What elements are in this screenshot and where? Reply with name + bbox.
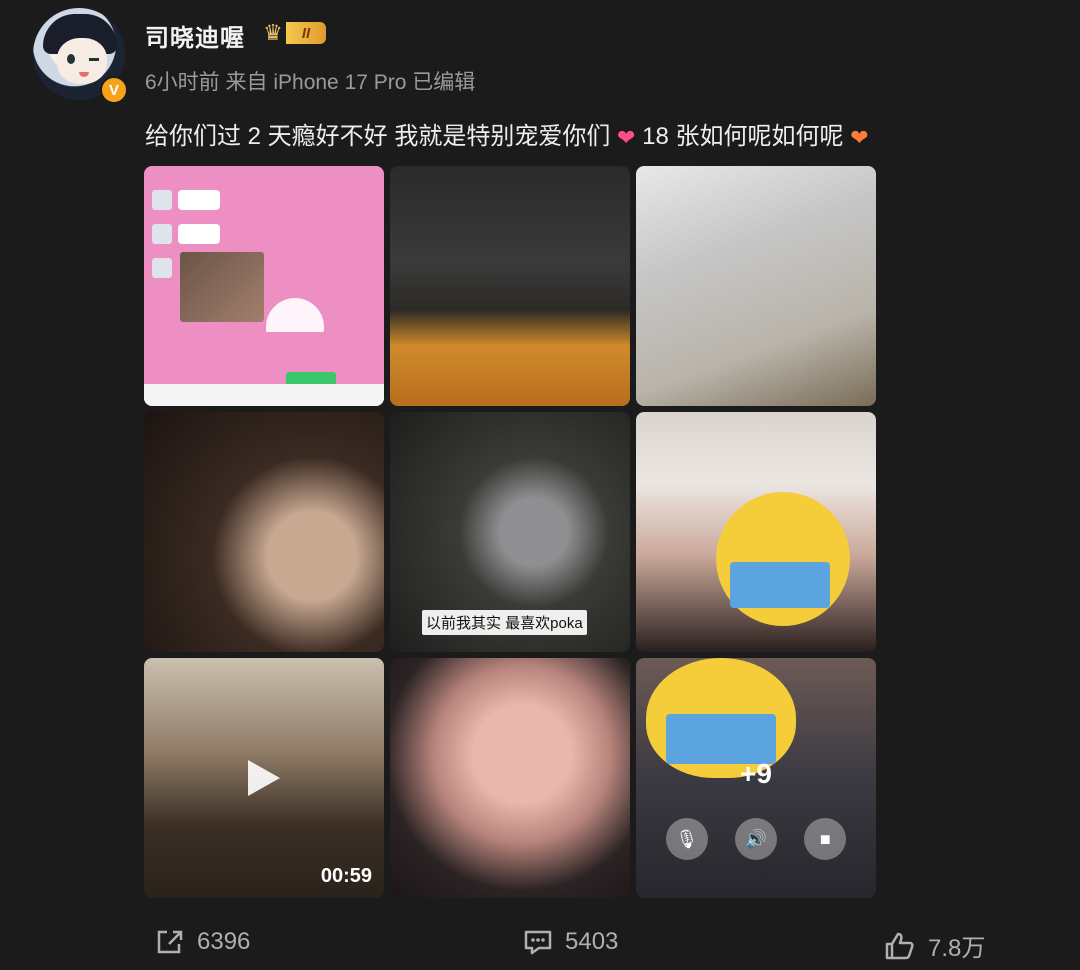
umbrella-sticker <box>266 298 324 332</box>
avatar-face <box>57 38 107 84</box>
more-images-count[interactable]: +9 <box>636 758 876 790</box>
call-buttons: 🎙 🔊 ■ <box>636 818 876 860</box>
post-meta: 6小时前 来自 iPhone 17 Pro 已编辑 <box>145 71 476 94</box>
grid-image-9[interactable]: +9 🎙 🔊 ■ <box>636 658 876 898</box>
post-text-part1: 给你们过 2 天瘾好不好 我就是特别宠爱你们 <box>145 123 611 150</box>
book-icon <box>666 714 776 764</box>
like-count: 7.8万 <box>928 935 986 962</box>
thumbs-up-icon <box>885 932 914 959</box>
grid-image-2[interactable] <box>390 166 630 406</box>
chat-bubble <box>178 190 220 210</box>
verified-badge-icon: V <box>100 76 128 104</box>
avatar-wink <box>89 58 99 61</box>
comment-icon <box>524 930 552 955</box>
like-button[interactable]: 7.8万 <box>884 928 985 963</box>
chat-avatar <box>152 224 172 244</box>
grid-image-5[interactable]: 以前我其实 最喜欢poka <box>390 412 630 652</box>
share-count: 6396 <box>197 928 251 955</box>
level-label: II <box>286 22 326 44</box>
post-text: 给你们过 2 天瘾好不好 我就是特别宠爱你们 ❤ 18 张如何呢如何呢 ❤ <box>145 116 869 151</box>
play-icon[interactable] <box>240 756 284 800</box>
chat-avatar <box>152 190 172 210</box>
share-icon <box>157 930 183 954</box>
chat-input-bar <box>144 384 384 406</box>
speaker-icon: 🔊 <box>734 818 777 860</box>
chat-photo <box>180 252 264 322</box>
image-grid: 以前我其实 最喜欢poka 00:59 +9 🎙 🔊 ■ <box>144 166 876 898</box>
microphone-icon: 🎙 <box>665 818 708 860</box>
orange-heart-icon: ❤ <box>850 125 869 150</box>
avatar-eye <box>67 54 75 64</box>
grid-image-6[interactable] <box>636 412 876 652</box>
grid-image-4[interactable] <box>144 412 384 652</box>
grid-image-8[interactable] <box>390 658 630 898</box>
post-text-part2: 18 张如何呢如何呢 <box>642 123 844 150</box>
grid-image-7-video[interactable]: 00:59 <box>144 658 384 898</box>
image-caption: 以前我其实 最喜欢poka <box>422 610 587 635</box>
level-badge[interactable]: ♛ II <box>258 20 330 46</box>
book-icon <box>730 562 830 608</box>
comment-button[interactable]: 5403 <box>523 928 618 956</box>
emoji-reading-icon <box>716 492 850 626</box>
chat-avatar <box>152 258 172 278</box>
action-bar: 6396 5403 7.8万 <box>0 928 1080 964</box>
grid-image-3[interactable] <box>636 166 876 406</box>
chat-bubble <box>178 224 220 244</box>
pink-heart-icon: ❤ <box>617 125 636 150</box>
grid-image-1[interactable] <box>144 166 384 406</box>
camera-icon: ■ <box>804 818 847 860</box>
username[interactable]: 司晓迪喔 <box>145 18 245 53</box>
crown-icon: ♛ <box>263 20 283 45</box>
share-button[interactable]: 6396 <box>155 928 250 956</box>
comment-count: 5403 <box>565 928 619 955</box>
video-duration: 00:59 <box>320 865 372 887</box>
